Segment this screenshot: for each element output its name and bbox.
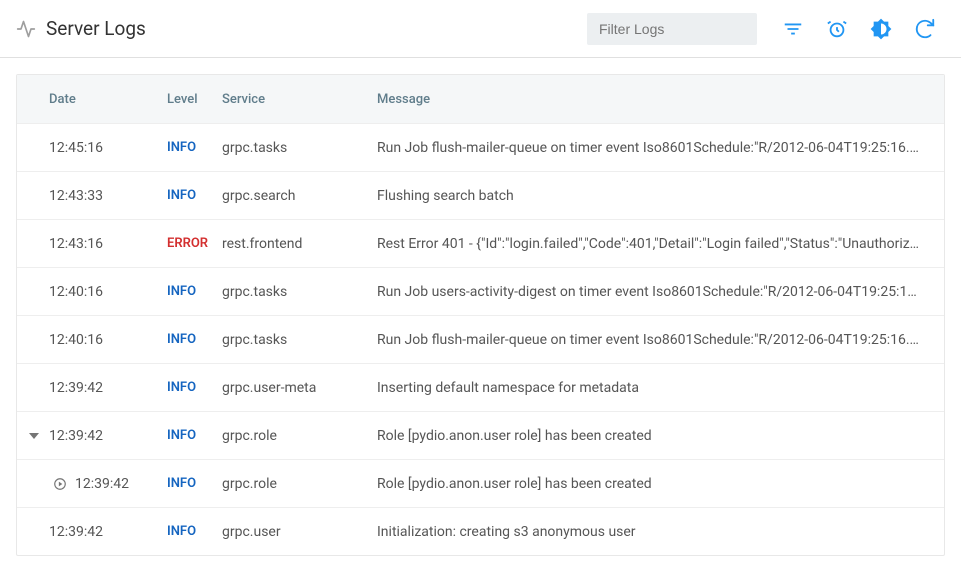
log-row[interactable]: 12:39:42INFOgrpc.userInitialization: cre… [17, 507, 944, 555]
log-message: Inserting default namespace for metadata [377, 380, 928, 396]
log-table: Date Level Service Message 12:45:16INFOg… [16, 74, 945, 556]
log-row[interactable]: 12:39:42INFOgrpc.roleRole [pydio.anon.us… [17, 411, 944, 459]
content-area: Date Level Service Message 12:45:16INFOg… [0, 58, 961, 561]
alarm-button[interactable] [817, 9, 857, 49]
log-service: grpc.role [222, 428, 377, 444]
log-service: grpc.role [222, 476, 377, 492]
log-message: Run Job flush-mailer-queue on timer even… [377, 140, 928, 156]
log-row[interactable]: 12:45:16INFOgrpc.tasksRun Job flush-mail… [17, 123, 944, 171]
log-message: Run Job flush-mailer-queue on timer even… [377, 332, 928, 348]
theme-toggle-button[interactable] [861, 9, 901, 49]
header-left: Server Logs [16, 17, 146, 40]
filter-button[interactable] [773, 9, 813, 49]
header-right [587, 9, 945, 49]
log-time: 12:39:42 [75, 476, 129, 492]
log-message: Role [pydio.anon.user role] has been cre… [377, 476, 928, 492]
log-time: 12:40:16 [49, 284, 167, 300]
caret-down-icon[interactable] [29, 431, 39, 441]
log-row[interactable]: 12:40:16INFOgrpc.tasksRun Job flush-mail… [17, 315, 944, 363]
log-level: INFO [167, 284, 222, 299]
log-service: grpc.tasks [222, 140, 377, 156]
log-level: INFO [167, 476, 222, 491]
log-row[interactable]: 12:39:42 INFOgrpc.roleRole [pydio.anon.us… [17, 459, 944, 507]
page-title: Server Logs [46, 17, 146, 40]
log-level: INFO [167, 140, 222, 155]
log-time: 12:43:16 [49, 236, 167, 252]
play-circle-icon [53, 477, 67, 491]
log-message: Flushing search batch [377, 188, 928, 204]
log-level: ERROR [167, 236, 222, 251]
log-row[interactable]: 12:43:16ERRORrest.frontendRest Error 401… [17, 219, 944, 267]
log-service: grpc.user-meta [222, 380, 377, 396]
log-time: 12:39:42 [49, 524, 167, 540]
log-message: Initialization: creating s3 anonymous us… [377, 524, 928, 540]
filter-input[interactable] [587, 13, 757, 45]
log-service: grpc.tasks [222, 332, 377, 348]
log-time: 12:39:42 [49, 380, 167, 396]
log-message: Role [pydio.anon.user role] has been cre… [377, 428, 928, 444]
log-message: Run Job users-activity-digest on timer e… [377, 284, 928, 300]
log-time: 12:43:33 [49, 188, 167, 204]
column-header-service[interactable]: Service [222, 92, 377, 107]
log-service: grpc.tasks [222, 284, 377, 300]
log-time: 12:40:16 [49, 332, 167, 348]
column-header-message[interactable]: Message [377, 92, 928, 107]
log-row[interactable]: 12:40:16INFOgrpc.tasksRun Job users-acti… [17, 267, 944, 315]
log-level: INFO [167, 188, 222, 203]
log-row[interactable]: 12:43:33INFOgrpc.searchFlushing search b… [17, 171, 944, 219]
log-service: grpc.user [222, 524, 377, 540]
log-row[interactable]: 12:39:42INFOgrpc.user-metaInserting defa… [17, 363, 944, 411]
log-level: INFO [167, 332, 222, 347]
log-table-header: Date Level Service Message [17, 75, 944, 123]
refresh-button[interactable] [905, 9, 945, 49]
log-level: INFO [167, 380, 222, 395]
log-level: INFO [167, 524, 222, 539]
app-header: Server Logs [0, 0, 961, 58]
log-service: rest.frontend [222, 236, 377, 252]
column-header-date[interactable]: Date [49, 92, 167, 107]
log-time: 12:45:16 [49, 140, 167, 156]
log-level: INFO [167, 428, 222, 443]
column-header-level[interactable]: Level [167, 92, 222, 107]
activity-icon [16, 19, 36, 39]
log-message: Rest Error 401 - {"Id":"login.failed","C… [377, 236, 928, 252]
log-time: 12:39:42 [49, 428, 167, 444]
log-service: grpc.search [222, 188, 377, 204]
